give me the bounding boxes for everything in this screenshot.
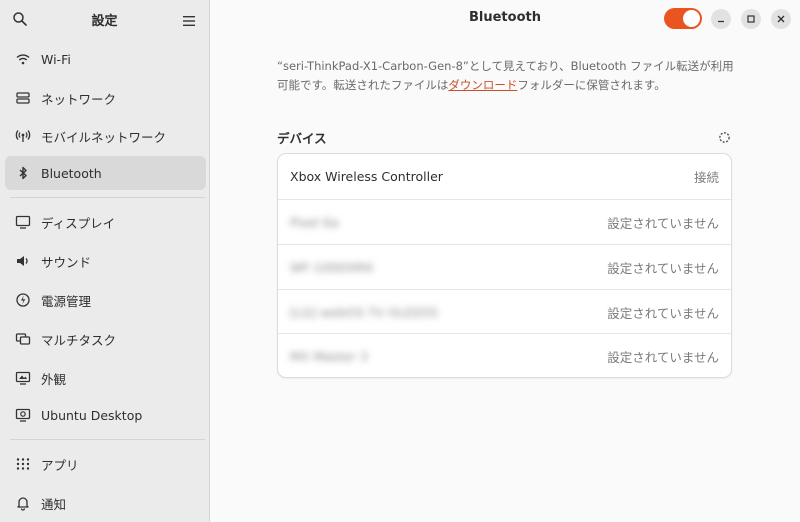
sidebar-header: 設定 [0,0,209,38]
sidebar-item-label: アプリ [41,457,79,473]
sidebar-item-network[interactable]: ネットワーク [5,81,206,115]
sidebar-divider [10,197,205,198]
toggle-knob [683,10,700,27]
apps-icon [15,456,31,472]
scanning-spinner-icon [718,129,731,143]
device-status: 設定されていません [607,305,719,321]
sidebar-item-notifications[interactable]: 通知 [5,486,206,520]
maximize-icon [747,15,755,23]
sidebar-item-label: Bluetooth [41,165,102,181]
devices-heading: デバイス [277,131,327,146]
sidebar-item-label: Wi-Fi [41,51,71,67]
device-name-redacted: WF-1000XM4 [290,259,374,275]
sidebar: 設定 Wi-Fi ネットワーク モバイルネットワーク Bluetooth ディス… [0,0,210,522]
minimize-button[interactable] [711,9,731,29]
sidebar-item-multitask[interactable]: マルチタスク [5,322,206,356]
sidebar-item-label: Ubuntu Desktop [41,407,143,423]
device-status: 接続 [693,170,719,185]
ubuntu-desktop-icon [15,407,31,423]
device-row[interactable]: WF-1000XM4 設定されていません [278,244,731,289]
visibility-description: “seri-ThinkPad-X1-Carbon-Gen-8”として見えており、… [277,57,737,95]
sidebar-item-ubuntu-desktop[interactable]: Ubuntu Desktop [5,398,206,432]
mobile-network-icon [15,128,31,144]
sidebar-item-label: マルチタスク [41,332,117,348]
sidebar-divider [10,439,205,440]
main-panel: Bluetooth “seri-ThinkPad-X1-Carbon-Gen-8… [210,0,800,522]
device-status: 設定されていません [607,260,719,276]
sidebar-item-appearance[interactable]: 外観 [5,361,206,395]
description-text-end: フォルダーに保管されます。 [517,78,666,92]
sidebar-item-power[interactable]: 電源管理 [5,283,206,317]
sidebar-item-apps[interactable]: アプリ [5,447,206,481]
sidebar-title: 設定 [91,14,118,29]
network-icon [15,90,31,106]
bluetooth-icon [15,165,31,181]
hamburger-menu-icon[interactable] [182,12,196,26]
sidebar-item-sound[interactable]: サウンド [5,244,206,278]
bell-icon [15,495,31,511]
downloads-folder-link[interactable]: ダウンロード [448,78,517,92]
device-list: Xbox Wireless Controller 接続 Pixel 6a 設定さ… [277,153,732,378]
settings-window: 設定 Wi-Fi ネットワーク モバイルネットワーク Bluetooth ディス… [0,0,800,522]
device-status: 設定されていません [607,215,719,231]
device-row[interactable]: Pixel 6a 設定されていません [278,199,731,244]
device-name-redacted: Pixel 6a [290,214,339,230]
sidebar-item-mobile-network[interactable]: モバイルネットワーク [5,119,206,153]
device-name-redacted: MX Master 3 [290,348,368,364]
device-row[interactable]: Xbox Wireless Controller 接続 [278,154,731,199]
appearance-icon [15,370,31,386]
sidebar-item-label: 外観 [41,371,67,387]
maximize-button[interactable] [741,9,761,29]
sidebar-item-label: サウンド [41,254,92,270]
sidebar-item-display[interactable]: ディスプレイ [5,205,206,239]
device-row[interactable]: MX Master 3 設定されていません [278,333,731,378]
sidebar-item-label: モバイルネットワーク [41,129,167,145]
device-row[interactable]: [LG] webOS TV OLED55 設定されていません [278,289,731,334]
sidebar-item-wifi[interactable]: Wi-Fi [5,42,206,76]
device-status: 設定されていません [607,349,719,365]
sidebar-item-label: 通知 [41,496,67,512]
bluetooth-toggle[interactable] [664,8,702,29]
device-name-redacted: [LG] webOS TV OLED55 [290,304,439,320]
power-icon [15,292,31,308]
minimize-icon [718,20,724,23]
device-name: Xbox Wireless Controller [290,169,443,184]
wifi-icon [15,51,31,67]
multitask-icon [15,331,31,347]
sidebar-item-label: ネットワーク [41,91,117,107]
display-icon [15,214,31,230]
close-icon [777,15,785,23]
sidebar-item-bluetooth[interactable]: Bluetooth [5,156,206,190]
sidebar-item-label: ディスプレイ [41,215,116,231]
close-button[interactable] [771,9,791,29]
sidebar-item-label: 電源管理 [41,293,92,309]
sound-icon [15,253,31,269]
